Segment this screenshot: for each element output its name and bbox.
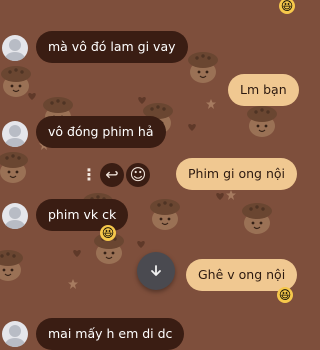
avatar[interactable] bbox=[2, 121, 28, 147]
incoming-message-bubble[interactable]: mà vô đó lam gi vay bbox=[36, 31, 188, 63]
user-placeholder-icon bbox=[5, 125, 25, 147]
scroll-to-bottom-button[interactable] bbox=[137, 252, 175, 290]
outgoing-message-bubble[interactable]: Lm bạn bbox=[228, 74, 299, 106]
smile-icon[interactable]: ☺ bbox=[126, 163, 150, 187]
incoming-message-bubble[interactable]: vô đóng phim hả bbox=[36, 116, 166, 148]
outgoing-message-bubble[interactable]: Phim gi ong nội bbox=[176, 158, 297, 190]
user-placeholder-icon bbox=[5, 325, 25, 347]
avatar[interactable] bbox=[2, 203, 28, 229]
incoming-message-bubble[interactable]: phim vk ck bbox=[36, 199, 129, 231]
user-placeholder-icon bbox=[5, 39, 25, 61]
reply-icon[interactable]: ↩ bbox=[100, 163, 124, 187]
user-placeholder-icon bbox=[5, 207, 25, 229]
reaction-laughing-icon[interactable]: 😆 bbox=[277, 287, 293, 303]
reaction-laughing-icon[interactable]: 😆 bbox=[279, 0, 295, 14]
avatar[interactable] bbox=[2, 321, 28, 347]
message-list[interactable]: 😆 mà vô đó lam gi vay Lm bạn vô đóng phi… bbox=[0, 0, 300, 350]
incoming-message-bubble[interactable]: mai mấy h em di dc bbox=[36, 318, 185, 350]
reaction-laughing-icon[interactable]: 😆 bbox=[100, 225, 116, 241]
arrow-down-icon bbox=[151, 265, 161, 276]
more-vertical-icon[interactable]: ⋮ bbox=[80, 163, 98, 187]
message-actions-toolbar: ⋮ ↩ ☺ bbox=[80, 161, 150, 189]
avatar[interactable] bbox=[2, 35, 28, 61]
outgoing-message-bubble[interactable]: Ghê v ong nội bbox=[186, 259, 298, 291]
